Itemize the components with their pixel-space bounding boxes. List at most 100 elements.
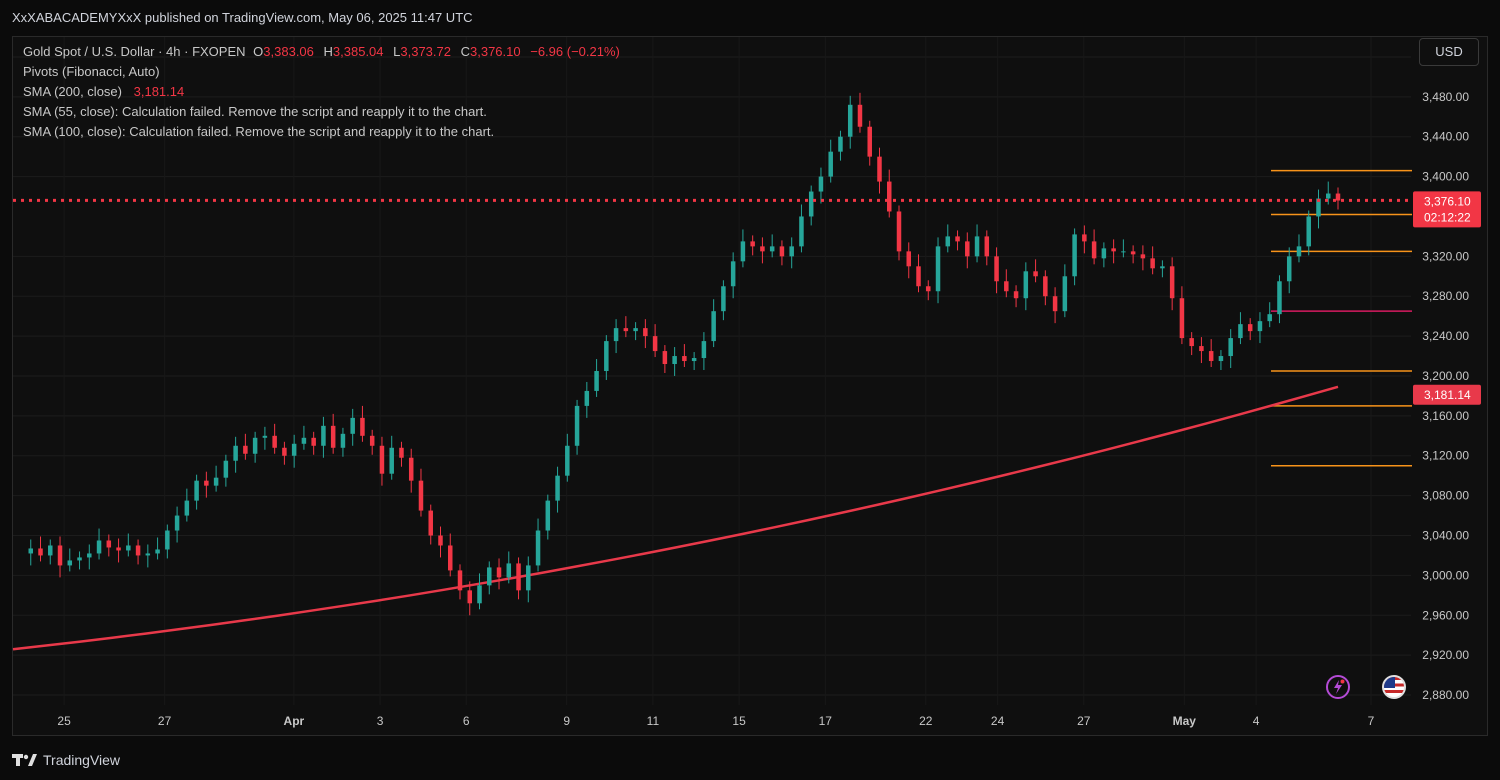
symbol-row[interactable]: Gold Spot / U.S. Dollar · 4h · FXOPEN O3… bbox=[23, 42, 620, 62]
price-axis-tick: 3,480.00 bbox=[1422, 90, 1469, 104]
candle-body bbox=[1072, 234, 1077, 277]
candle-body bbox=[662, 351, 668, 365]
sma100-indicator-row[interactable]: SMA (100, close): Calculation failed. Re… bbox=[23, 122, 620, 142]
price-axis-tick: 3,160.00 bbox=[1422, 409, 1469, 423]
candle-body bbox=[1228, 338, 1233, 357]
pivots-indicator-row[interactable]: Pivots (Fibonacci, Auto) bbox=[23, 62, 620, 82]
pivots-label[interactable]: Pivots (Fibonacci, Auto) bbox=[23, 64, 160, 79]
candle-body bbox=[1189, 338, 1194, 347]
lightning-glyph bbox=[1334, 679, 1345, 694]
candle-body bbox=[379, 445, 385, 474]
chart-legend: Gold Spot / U.S. Dollar · 4h · FXOPEN O3… bbox=[23, 42, 620, 142]
candle-body bbox=[145, 553, 151, 556]
candle-body bbox=[779, 246, 785, 257]
sma55-indicator-row[interactable]: SMA (55, close): Calculation failed. Rem… bbox=[23, 102, 620, 122]
candle-body bbox=[487, 567, 492, 586]
candle-body bbox=[906, 251, 912, 267]
price-axis-tick: 3,200.00 bbox=[1422, 369, 1469, 383]
sma100-label[interactable]: SMA (100, close): Calculation failed. Re… bbox=[23, 124, 494, 139]
time-axis-tick: 11 bbox=[647, 714, 660, 728]
candle-body bbox=[457, 570, 463, 591]
candle-body bbox=[643, 328, 648, 337]
candle-body bbox=[1043, 276, 1048, 297]
candle-body bbox=[1199, 346, 1204, 352]
price-axis-tick: 2,920.00 bbox=[1422, 648, 1469, 662]
candle-body bbox=[408, 457, 414, 481]
candle-body bbox=[233, 445, 238, 461]
candle-body bbox=[984, 236, 990, 257]
candle-body bbox=[652, 336, 658, 352]
time-axis-tick: 9 bbox=[563, 714, 570, 728]
price-axis-tick: 3,280.00 bbox=[1422, 289, 1469, 303]
candle-body bbox=[126, 545, 131, 551]
change-value: −6.96 (−0.21%) bbox=[530, 44, 620, 59]
sma200-indicator-row[interactable]: SMA (200, close) 3,181.14 bbox=[23, 82, 620, 102]
candle-body bbox=[750, 241, 755, 247]
candle-body bbox=[477, 585, 482, 604]
candle-body bbox=[623, 328, 629, 332]
candle-body bbox=[1286, 256, 1292, 282]
candle-body bbox=[760, 246, 765, 252]
symbol-name[interactable]: Gold Spot / U.S. Dollar · 4h · FXOPEN bbox=[23, 44, 246, 59]
candle-body bbox=[223, 460, 229, 478]
candle-body bbox=[1335, 193, 1341, 201]
price-axis-tick: 3,320.00 bbox=[1422, 249, 1469, 263]
candle-body bbox=[1238, 324, 1243, 339]
candle-body bbox=[252, 437, 258, 454]
candle-body bbox=[867, 126, 872, 157]
close-value: 3,376.10 bbox=[470, 44, 521, 59]
candle-body bbox=[96, 540, 102, 554]
candle-body bbox=[555, 475, 560, 501]
candle-body bbox=[721, 286, 726, 312]
high-value: 3,385.04 bbox=[332, 44, 384, 59]
high-label: H bbox=[323, 44, 333, 59]
lightning-icon[interactable] bbox=[1326, 675, 1350, 699]
candle-body bbox=[1160, 266, 1165, 269]
candle-body bbox=[974, 236, 980, 257]
candle-body bbox=[916, 266, 921, 287]
time-axis-tick: 7 bbox=[1368, 714, 1375, 728]
candle-body bbox=[194, 480, 199, 501]
sma200-label[interactable]: SMA (200, close) bbox=[23, 84, 122, 99]
candle-body bbox=[1267, 314, 1272, 322]
candle-body bbox=[282, 447, 287, 456]
price-axis-tick: 2,880.00 bbox=[1422, 688, 1469, 702]
candle-body bbox=[38, 548, 43, 556]
time-axis-tick: 27 bbox=[1077, 714, 1091, 728]
candle-body bbox=[604, 341, 609, 371]
time-axis-tick: 25 bbox=[57, 714, 71, 728]
time-axis-tick: Apr bbox=[284, 714, 305, 728]
candle-body bbox=[213, 477, 219, 486]
candle-body bbox=[1121, 251, 1126, 253]
candle-body bbox=[1062, 276, 1068, 312]
last-price-tag-value: 3,376.10 bbox=[1424, 194, 1471, 208]
candle-body bbox=[584, 390, 590, 406]
price-axis-tick: 2,960.00 bbox=[1422, 608, 1469, 622]
candle-body bbox=[165, 530, 170, 550]
candle-body bbox=[799, 216, 804, 247]
candle-body bbox=[847, 104, 853, 137]
candle-body bbox=[877, 156, 882, 182]
sma200-line bbox=[12, 385, 1339, 651]
candle-body bbox=[613, 328, 619, 342]
candle-body bbox=[116, 547, 121, 551]
candle-body bbox=[935, 246, 941, 292]
candle-body bbox=[1111, 248, 1116, 252]
sma55-label[interactable]: SMA (55, close): Calculation failed. Rem… bbox=[23, 104, 487, 119]
candle-body bbox=[155, 549, 160, 554]
candle-body bbox=[340, 433, 346, 448]
price-axis-tick: 3,240.00 bbox=[1422, 329, 1469, 343]
currency-button[interactable]: USD bbox=[1419, 38, 1479, 66]
candle-body bbox=[135, 545, 141, 556]
candle-body bbox=[360, 417, 365, 436]
candle-body bbox=[965, 241, 970, 257]
candle-body bbox=[886, 181, 892, 212]
time-axis-tick: 22 bbox=[919, 714, 933, 728]
us-flag-icon[interactable] bbox=[1382, 675, 1406, 699]
sma200-value: 3,181.14 bbox=[133, 84, 185, 99]
candle-body bbox=[535, 530, 541, 566]
candle-body bbox=[184, 500, 190, 516]
candle-body bbox=[994, 256, 999, 282]
candle-body bbox=[438, 535, 443, 546]
candle-body bbox=[633, 328, 638, 332]
